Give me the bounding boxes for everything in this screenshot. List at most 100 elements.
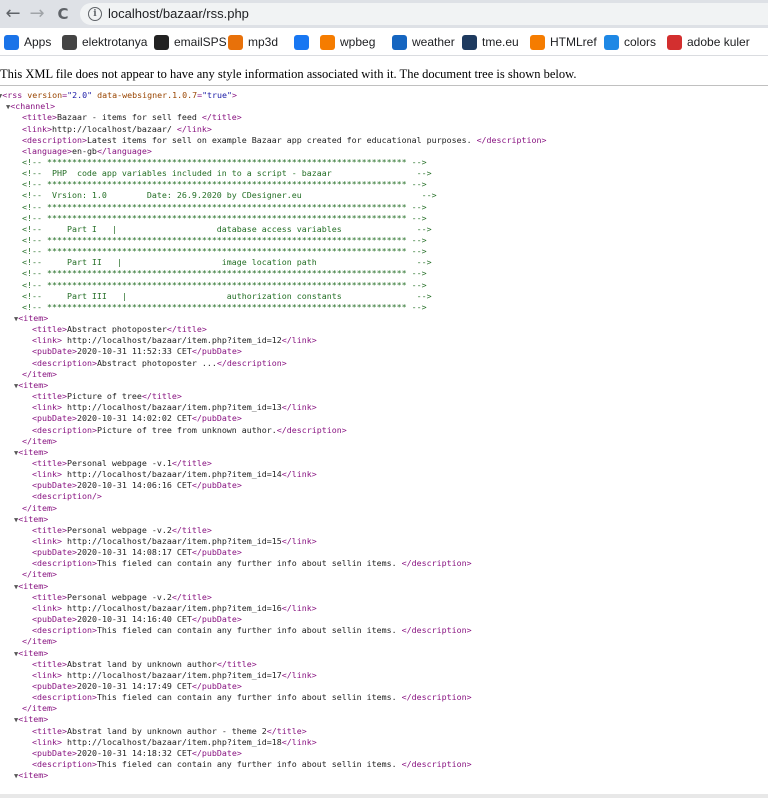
xml-comment: <!-- ***********************************… xyxy=(22,280,427,291)
xml-item-open[interactable]: ▼<item> xyxy=(14,714,48,725)
apps-grid-icon xyxy=(4,34,19,50)
xml-item-open[interactable]: ▼<item> xyxy=(14,514,48,525)
xml-notice: This XML file does not appear to have an… xyxy=(0,67,577,81)
xml-channel-description: <description>Latest items for sell on ex… xyxy=(22,134,547,145)
xml-text: Abstract photoposter xyxy=(66,324,167,335)
bookmark-elektrotanya[interactable]: elektrotanya xyxy=(62,33,147,51)
xml-item-close: </item> xyxy=(22,502,57,513)
xml-text: http://localhost/bazaar/item.php?item_id… xyxy=(61,669,282,680)
xml-comment: <!-- Part I | database access variables … xyxy=(22,224,432,235)
xml-item-close: </item> xyxy=(22,435,57,446)
xml-comment-text: <!-- PHP code app variables included in … xyxy=(22,168,432,178)
xml-text: http://localhost/bazaar/item.php?item_id… xyxy=(61,736,282,747)
xml-item-title: <title>Picture of tree</title> xyxy=(32,391,182,402)
weather-icon xyxy=(392,34,407,50)
xml-item-title: <title>Abstrat land by unknown author - … xyxy=(32,725,307,736)
bookmark-label: emailSPS xyxy=(174,35,227,49)
xml-text: Personal webpage -v.2 xyxy=(66,524,172,535)
xml-text: This fieled can contain any further info… xyxy=(96,759,402,769)
xml-comment-text: <!-- Part III | authorization constants … xyxy=(22,290,432,301)
xml-item-open[interactable]: ▼<item> xyxy=(14,770,48,781)
bookmark-adobe-kuler[interactable]: adobe kuler xyxy=(667,33,750,51)
facebook-icon xyxy=(294,34,309,50)
xml-item-title: <title>Personal webpage -v.1</title> xyxy=(32,457,212,468)
xml-item-title: <title>Abstrat land by unknown author</t… xyxy=(32,658,257,669)
xml-comment-text: <!-- ***********************************… xyxy=(22,301,427,312)
xml-item-title: <title>Personal webpage -v.2</title> xyxy=(32,524,212,535)
bookmark-facebook[interactable] xyxy=(294,33,314,51)
bookmark-colors[interactable]: colors xyxy=(604,33,656,51)
xml-comment: <!-- PHP code app variables included in … xyxy=(22,168,432,179)
xml-comment-text: <!-- Vrsion: 1.0 Date: 26.9.2020 by CDes… xyxy=(22,190,437,201)
xml-text: Latest items for sell on example Bazaar … xyxy=(86,134,477,145)
xml-item-pubdate: <pubDate>2020-10-31 14:18:32 CET</pubDat… xyxy=(32,747,242,758)
xml-text: 2020-10-31 11:52:33 CET xyxy=(76,346,192,357)
xml-comment-text: <!-- ***********************************… xyxy=(22,246,427,257)
wpbeg-icon xyxy=(320,34,335,50)
info-icon[interactable]: i xyxy=(88,7,102,21)
xml-comment-text: <!-- ***********************************… xyxy=(22,268,427,279)
bookmark-mp3d[interactable]: mp3d xyxy=(228,33,278,51)
xml-item-pubdate: <pubDate>2020-10-31 14:17:49 CET</pubDat… xyxy=(32,681,242,691)
xml-text: This fieled can contain any further info… xyxy=(96,558,402,569)
xml-text: Picture of tree xyxy=(66,391,142,402)
forward-arrow-icon[interactable]: → xyxy=(26,2,48,26)
xml-text: http://localhost/bazaar/item.php?item_id… xyxy=(61,402,282,413)
bookmark-label: wpbeg xyxy=(340,35,376,49)
bookmark-label: Apps xyxy=(24,35,52,49)
xml-text: 2020-10-31 14:16:40 CET xyxy=(76,614,192,625)
xml-item-link: <link> http://localhost/bazaar/item.php?… xyxy=(32,736,317,747)
xml-item-description: <description/> xyxy=(32,491,102,502)
xml-item-open[interactable]: ▼<item> xyxy=(14,581,48,592)
xml-text: Abstrat land by unknown author - theme 2 xyxy=(66,725,267,736)
xml-item-description: <description>This fieled can contain any… xyxy=(32,625,472,636)
xml-channel-open[interactable]: ▼<channel> xyxy=(6,101,55,112)
xml-text: Bazaar - items for sell feed xyxy=(56,112,202,123)
xml-item-open[interactable]: ▼<item> xyxy=(14,313,48,324)
bookmark-wpbeg[interactable]: wpbeg xyxy=(320,33,375,51)
xml-item-close: </item> xyxy=(22,636,57,647)
bookmark-htmlref[interactable]: HTMLref xyxy=(530,33,597,51)
reload-icon[interactable]: C xyxy=(52,2,74,26)
url-text[interactable]: localhost/bazaar/rss.php xyxy=(108,6,249,21)
bookmark-label: adobe kuler xyxy=(687,35,750,49)
xml-text: Picture of tree from unknown author. xyxy=(96,424,277,435)
xml-item-description: <description>This fieled can contain any… xyxy=(32,692,472,703)
bookmark-tme-eu[interactable]: tme.eu xyxy=(462,33,519,51)
xml-text: en-gb xyxy=(71,145,97,156)
bookmark-label: mp3d xyxy=(248,35,279,49)
xml-item-open[interactable]: ▼<item> xyxy=(14,380,48,391)
bookmark-emailsps[interactable]: emailSPS xyxy=(154,33,227,51)
mp3d-icon xyxy=(228,34,243,50)
xml-comment-text: <!-- ***********************************… xyxy=(22,212,427,223)
xml-comment: <!-- Vrsion: 1.0 Date: 26.9.2020 by CDes… xyxy=(22,190,437,201)
xml-rss-open[interactable]: ▼<rss version="2.0" data-websigner.1.0.7… xyxy=(0,90,237,101)
xml-item-description: <description>Picture of tree from unknow… xyxy=(32,424,347,435)
xml-text: http://localhost/bazaar/item.php?item_id… xyxy=(61,602,282,613)
xml-item-link: <link> http://localhost/bazaar/item.php?… xyxy=(32,536,317,546)
xml-comment: <!-- ***********************************… xyxy=(22,246,427,257)
xml-item-pubdate: <pubDate>2020-10-31 14:06:16 CET</pubDat… xyxy=(32,480,242,491)
xml-text: 2020-10-31 14:17:49 CET xyxy=(76,681,192,691)
address-bar[interactable]: i localhost/bazaar/rss.php xyxy=(80,3,768,25)
xml-text: http://localhost/bazaar/ xyxy=(51,123,177,134)
xml-item-open[interactable]: ▼<item> xyxy=(14,447,48,458)
xml-item-link: <link> http://localhost/bazaar/item.php?… xyxy=(32,335,317,346)
xml-text: Abstrat land by unknown author xyxy=(66,658,217,669)
xml-item-open[interactable]: ▼<item> xyxy=(14,648,48,659)
xml-comment-text: <!-- ***********************************… xyxy=(22,156,427,167)
bookmark-apps[interactable]: Apps xyxy=(4,33,51,51)
xml-item-pubdate: <pubDate>2020-10-31 14:08:17 CET</pubDat… xyxy=(32,547,242,558)
back-arrow-icon[interactable]: ← xyxy=(2,2,24,26)
xml-item-pubdate: <pubDate>2020-10-31 14:02:02 CET</pubDat… xyxy=(32,413,242,424)
xml-text: Abstract photoposter ... xyxy=(96,357,217,368)
xml-comment: <!-- Part II | image location path --> xyxy=(22,257,432,268)
xml-text: Personal webpage -v.2 xyxy=(66,591,172,602)
xml-text: http://localhost/bazaar/item.php?item_id… xyxy=(61,469,282,480)
xml-text: http://localhost/bazaar/item.php?item_id… xyxy=(61,536,282,546)
horizontal-scrollbar[interactable] xyxy=(0,794,768,798)
xml-comment-text: <!-- ***********************************… xyxy=(22,235,427,245)
xml-text: http://localhost/bazaar/item.php?item_id… xyxy=(61,335,282,346)
xml-comment-text: <!-- Part II | image location path --> xyxy=(22,257,432,268)
bookmark-weather[interactable]: weather xyxy=(392,33,455,51)
